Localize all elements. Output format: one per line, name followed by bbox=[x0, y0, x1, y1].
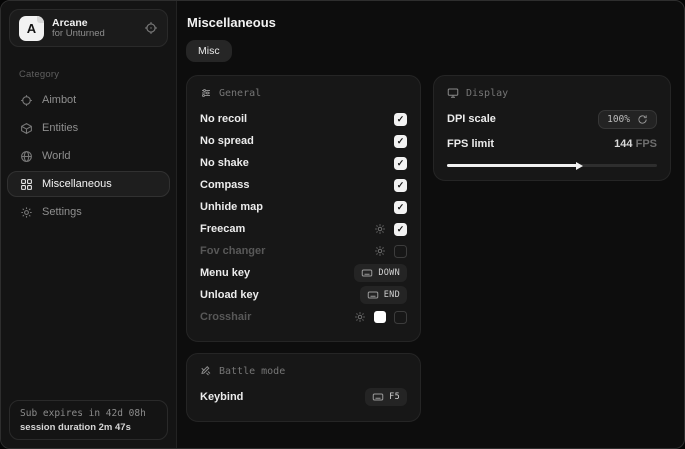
keyboard-icon bbox=[367, 289, 379, 301]
page-title: Miscellaneous bbox=[187, 15, 671, 30]
fov-changer-gear-icon[interactable] bbox=[374, 245, 386, 257]
setting-row-fps-limit: FPS limit 144 FPS bbox=[447, 133, 657, 155]
battle-mode-panel: Battle mode Keybind F5 bbox=[186, 353, 421, 422]
crosshair-icon bbox=[20, 94, 33, 107]
sidebar-item-world[interactable]: World bbox=[7, 143, 170, 169]
setting-row-fov-changer: Fov changer ✓ bbox=[200, 240, 407, 262]
subscription-info-card: Sub expires in 42d 08h session duration … bbox=[9, 400, 168, 440]
setting-row-crosshair: Crosshair ✓ bbox=[200, 306, 407, 328]
battle-mode-panel-title: Battle mode bbox=[219, 366, 285, 377]
category-nav: Aimbot Entities World Miscellaneous bbox=[1, 87, 176, 225]
fps-slider-fill bbox=[447, 164, 577, 167]
grid-icon bbox=[20, 178, 33, 191]
globe-icon bbox=[20, 150, 33, 163]
display-panel-title: Display bbox=[466, 88, 508, 99]
sidebar: A Arcane for Unturned Category Aimbot bbox=[1, 1, 177, 448]
swords-icon bbox=[200, 365, 212, 377]
sidebar-item-settings[interactable]: Settings bbox=[7, 199, 170, 225]
keyboard-icon bbox=[361, 267, 373, 279]
dpi-scale-value: 100% bbox=[607, 114, 630, 125]
app-window: A Arcane for Unturned Category Aimbot bbox=[0, 0, 685, 449]
sidebar-item-label: Aimbot bbox=[42, 94, 76, 106]
battle-keybind-button[interactable]: F5 bbox=[365, 388, 407, 406]
battle-mode-panel-header: Battle mode bbox=[200, 365, 407, 377]
sidebar-item-miscellaneous[interactable]: Miscellaneous bbox=[7, 171, 170, 197]
crosshair-color-swatch[interactable] bbox=[374, 311, 386, 323]
main-content: Miscellaneous Misc General No recoil bbox=[177, 1, 685, 448]
menu-key-keybind-button[interactable]: DOWN bbox=[354, 264, 407, 282]
setting-row-unhide-map: Unhide map ✓ bbox=[200, 196, 407, 218]
setting-row-no-spread: No spread ✓ bbox=[200, 130, 407, 152]
sidebar-item-entities[interactable]: Entities bbox=[7, 115, 170, 141]
sidebar-item-label: Settings bbox=[42, 206, 82, 218]
setting-row-no-shake: No shake ✓ bbox=[200, 152, 407, 174]
no-recoil-checkbox[interactable]: ✓ bbox=[394, 113, 407, 126]
setting-row-no-recoil: No recoil ✓ bbox=[200, 108, 407, 130]
setting-row-dpi-scale: DPI scale 100% bbox=[447, 108, 657, 130]
no-shake-checkbox[interactable]: ✓ bbox=[394, 157, 407, 170]
unhide-map-checkbox[interactable]: ✓ bbox=[394, 201, 407, 214]
setting-row-menu-key: Menu key DOWN bbox=[200, 262, 407, 284]
freecam-gear-icon[interactable] bbox=[374, 223, 386, 235]
brand-logo: A bbox=[19, 16, 44, 41]
crosshair-checkbox[interactable]: ✓ bbox=[394, 311, 407, 324]
sidebar-item-aimbot[interactable]: Aimbot bbox=[7, 87, 170, 113]
general-panel: General No recoil ✓ No spread ✓ No shake… bbox=[186, 75, 421, 342]
category-label: Category bbox=[19, 69, 176, 80]
freecam-checkbox[interactable]: ✓ bbox=[394, 223, 407, 236]
sidebar-item-label: Miscellaneous bbox=[42, 178, 112, 190]
gear-icon bbox=[20, 206, 33, 219]
fps-limit-value: 144 FPS bbox=[614, 138, 657, 150]
fov-changer-checkbox[interactable]: ✓ bbox=[394, 245, 407, 258]
display-panel: Display DPI scale 100% bbox=[433, 75, 671, 181]
display-panel-header: Display bbox=[447, 87, 657, 99]
setting-row-freecam: Freecam ✓ bbox=[200, 218, 407, 240]
setting-row-compass: Compass ✓ bbox=[200, 174, 407, 196]
compass-checkbox[interactable]: ✓ bbox=[394, 179, 407, 192]
crosshair-gear-icon[interactable] bbox=[354, 311, 366, 323]
dpi-scale-control[interactable]: 100% bbox=[598, 110, 657, 129]
general-panel-header: General bbox=[200, 87, 407, 99]
keyboard-icon bbox=[372, 391, 384, 403]
tab-misc[interactable]: Misc bbox=[186, 40, 232, 62]
brand-card[interactable]: A Arcane for Unturned bbox=[9, 9, 168, 47]
brand-subtitle: for Unturned bbox=[52, 29, 136, 40]
fps-limit-slider[interactable] bbox=[447, 164, 657, 167]
no-spread-checkbox[interactable]: ✓ bbox=[394, 135, 407, 148]
crosshair-target-icon[interactable] bbox=[144, 21, 158, 35]
brand-name: Arcane bbox=[52, 17, 136, 29]
monitor-icon bbox=[447, 87, 459, 99]
reset-icon[interactable] bbox=[637, 114, 648, 125]
brand-text: Arcane for Unturned bbox=[52, 17, 136, 40]
setting-row-battle-keybind: Keybind F5 bbox=[200, 386, 407, 408]
sidebar-item-label: World bbox=[42, 150, 71, 162]
session-duration-text: session duration 2m 47s bbox=[20, 422, 157, 433]
sub-expiry-text: Sub expires in 42d 08h bbox=[20, 408, 157, 419]
tab-row: Misc bbox=[186, 40, 671, 62]
sliders-icon bbox=[200, 87, 212, 99]
sidebar-item-label: Entities bbox=[42, 122, 78, 134]
fps-slider-thumb[interactable] bbox=[576, 162, 583, 170]
general-panel-title: General bbox=[219, 88, 261, 99]
cube-icon bbox=[20, 122, 33, 135]
setting-row-unload-key: Unload key END bbox=[200, 284, 407, 306]
unload-key-keybind-button[interactable]: END bbox=[360, 286, 407, 304]
